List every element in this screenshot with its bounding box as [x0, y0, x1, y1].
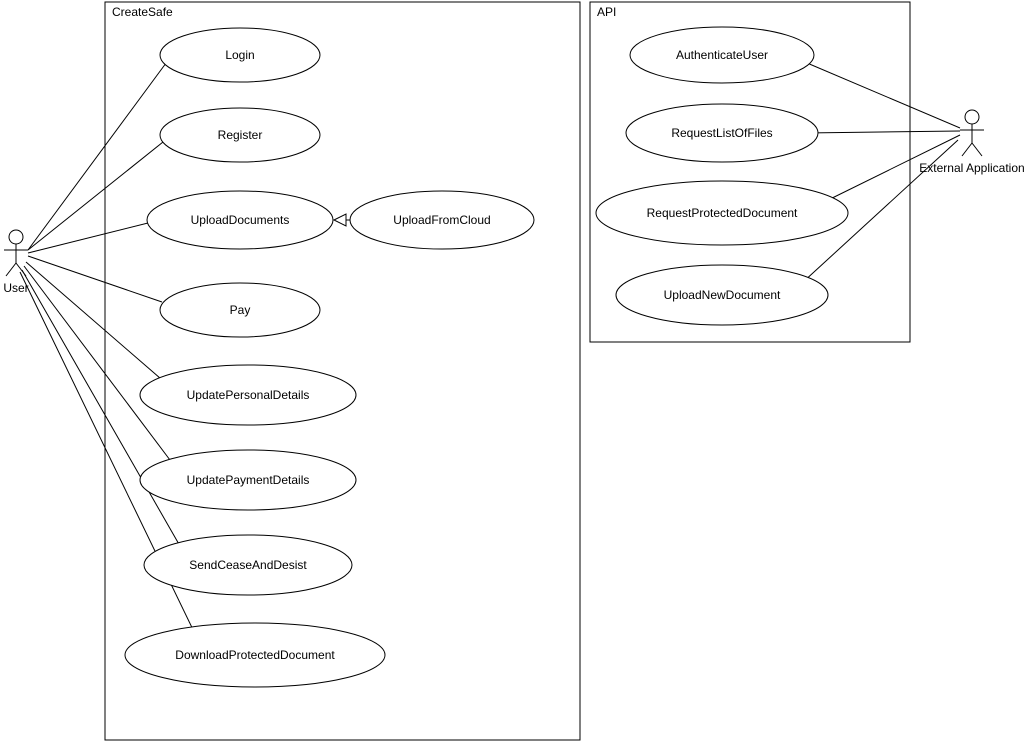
svg-text:RequestListOfFiles: RequestListOfFiles — [671, 126, 772, 140]
usecase-updatepersonaldetails: UpdatePersonalDetails — [140, 365, 356, 425]
usecase-updatepaymentdetails: UpdatePaymentDetails — [140, 450, 356, 510]
usecase-requestprotecteddocument: RequestProtectedDocument — [596, 181, 848, 245]
svg-text:UploadDocuments: UploadDocuments — [191, 213, 290, 227]
svg-text:UploadFromCloud: UploadFromCloud — [393, 213, 490, 227]
usecase-uploadfromcloud: UploadFromCloud — [350, 191, 534, 249]
svg-text:AuthenticateUser: AuthenticateUser — [676, 48, 768, 62]
usecase-login: Login — [160, 28, 320, 82]
svg-text:UploadNewDocument: UploadNewDocument — [664, 288, 781, 302]
svg-text:Login: Login — [225, 48, 254, 62]
usecase-uploadnewdocument: UploadNewDocument — [616, 265, 828, 325]
svg-text:Pay: Pay — [230, 303, 251, 317]
assoc-extapp-authuser — [800, 60, 960, 128]
use-case-diagram: CreateSafe API User External Application — [0, 0, 1030, 742]
assoc-user-uploaddocs — [28, 220, 160, 253]
usecase-register: Register — [160, 108, 320, 162]
actor-user: User — [3, 230, 28, 295]
usecase-downloadprotecteddocument: DownloadProtectedDocument — [125, 623, 385, 687]
usecase-sendceaseanddesist: SendCeaseAndDesist — [144, 535, 352, 595]
system-label-createsafe: CreateSafe — [112, 5, 173, 19]
svg-text:UpdatePersonalDetails: UpdatePersonalDetails — [187, 388, 310, 402]
usecase-pay: Pay — [160, 283, 320, 337]
svg-text:Register: Register — [218, 128, 263, 142]
actor-extapp-label: External Application — [919, 161, 1024, 175]
assoc-extapp-reqlist — [805, 131, 960, 133]
svg-text:SendCeaseAndDesist: SendCeaseAndDesist — [189, 558, 307, 572]
svg-text:UpdatePaymentDetails: UpdatePaymentDetails — [187, 473, 310, 487]
gen-arrowhead — [334, 214, 346, 226]
usecase-uploaddocuments: UploadDocuments — [147, 191, 333, 249]
assoc-user-updatepersonal — [26, 262, 168, 385]
usecase-requestlistoffiles: RequestListOfFiles — [626, 104, 818, 162]
assoc-user-pay — [28, 256, 162, 302]
system-label-api: API — [597, 5, 616, 19]
usecase-authenticateuser: AuthenticateUser — [630, 27, 814, 83]
actor-external-application: External Application — [919, 110, 1024, 175]
svg-text:RequestProtectedDocument: RequestProtectedDocument — [647, 206, 798, 220]
svg-text:DownloadProtectedDocument: DownloadProtectedDocument — [175, 648, 335, 662]
